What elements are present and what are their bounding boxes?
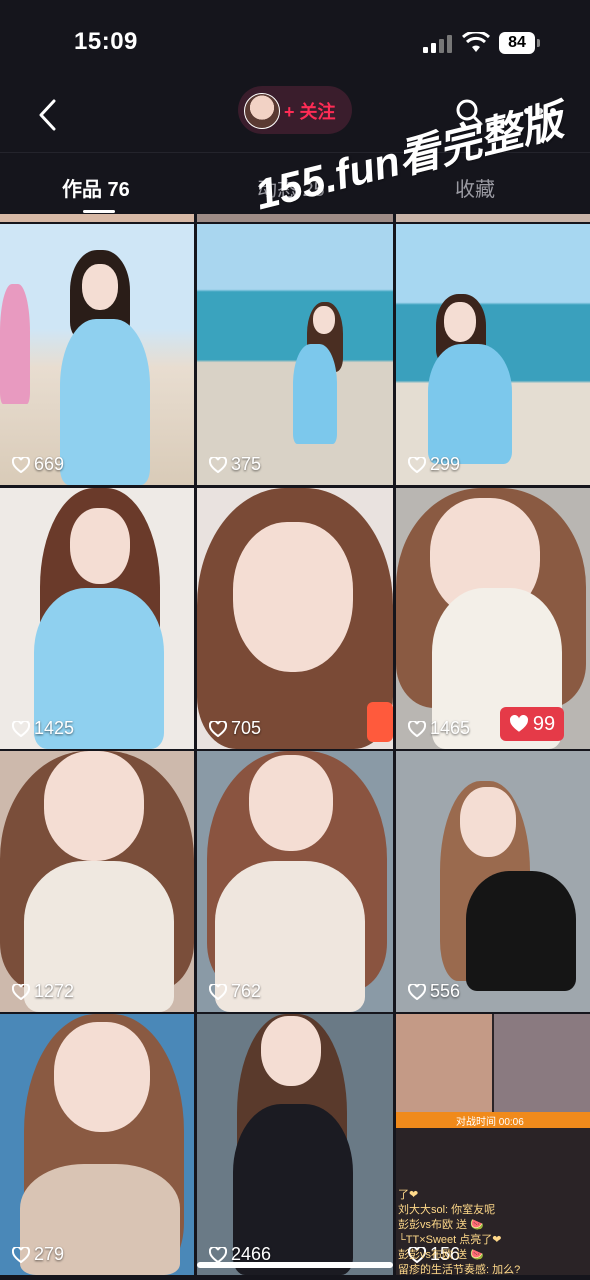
- like-count: 299: [408, 454, 460, 475]
- live-battle-timer-bar: 对战时间 00:06: [396, 1112, 590, 1128]
- tab-favorites[interactable]: 收藏: [455, 173, 495, 202]
- heart-icon: [12, 456, 30, 473]
- heart-icon: [408, 983, 426, 1000]
- like-count: 1425: [12, 718, 74, 739]
- grid-top-strip: [0, 214, 590, 224]
- wifi-icon: [462, 32, 490, 52]
- follow-label: + 关注: [284, 102, 336, 122]
- status-time: 15:09: [74, 28, 138, 55]
- battery-tip: [537, 39, 540, 47]
- video-thumbnail[interactable]: 705: [197, 488, 393, 749]
- chat-line: 了❤: [398, 1189, 419, 1201]
- heart-icon: [209, 983, 227, 1000]
- heart-icon: [12, 720, 30, 737]
- video-thumbnail[interactable]: 669: [0, 224, 194, 485]
- tab-works[interactable]: 作品 76: [62, 173, 130, 202]
- like-count: 1465: [408, 718, 470, 739]
- heart-icon: [408, 456, 426, 473]
- follow-button[interactable]: + 关注: [238, 86, 352, 134]
- chat-line: 刘大大sol: 你室友呢: [398, 1204, 496, 1216]
- status-bar: 15:09 84: [0, 0, 590, 80]
- heart-icon: [209, 1246, 227, 1263]
- like-count: 705: [209, 718, 261, 739]
- chat-line: 留疹的生活节奏感: 加么?: [398, 1264, 521, 1276]
- heart-icon: [209, 720, 227, 737]
- chat-line: 彭彭vs布欧 送 🍉: [398, 1219, 484, 1231]
- video-thumbnail[interactable]: 556: [396, 751, 590, 1012]
- cellular-signal-icon: [423, 35, 453, 53]
- active-tab-indicator: [83, 210, 115, 213]
- video-thumbnail[interactable]: 2466: [197, 1014, 393, 1275]
- like-count: 279: [12, 1244, 64, 1265]
- like-count: 375: [209, 454, 261, 475]
- heart-icon: [12, 1246, 30, 1263]
- home-indicator[interactable]: [197, 1262, 393, 1268]
- avatar: [244, 93, 280, 129]
- heart-icon: [209, 456, 227, 473]
- like-count: 762: [209, 981, 261, 1002]
- heart-icon: [12, 983, 30, 1000]
- back-arrow-icon[interactable]: [36, 97, 60, 133]
- video-thumbnail[interactable]: 279: [0, 1014, 194, 1275]
- gift-badge: 99: [500, 707, 564, 741]
- heart-icon: [509, 715, 528, 732]
- battery-indicator: 84: [499, 32, 535, 54]
- like-count: 1272: [12, 981, 74, 1002]
- video-thumbnail[interactable]: 1272: [0, 751, 194, 1012]
- video-thumbnail[interactable]: 375: [197, 224, 393, 485]
- live-chat-overlay: 了❤ 刘大大sol: 你室友呢 彭彭vs布欧 送 🍉 └TT×Sweet 点亮了…: [398, 1188, 568, 1278]
- video-thumbnail[interactable]: 299: [396, 224, 590, 485]
- live-timer-label: 对战时间 00:06: [456, 1117, 524, 1128]
- video-thumbnail[interactable]: 762: [197, 751, 393, 1012]
- chat-line: 彭彭vs布欧 送 🍉: [398, 1249, 484, 1261]
- like-count: 556: [408, 981, 460, 1002]
- chat-line: └TT×Sweet 点亮了❤: [398, 1234, 502, 1246]
- video-thumbnail[interactable]: 1425: [0, 488, 194, 749]
- like-count: 669: [12, 454, 64, 475]
- heart-icon: [408, 720, 426, 737]
